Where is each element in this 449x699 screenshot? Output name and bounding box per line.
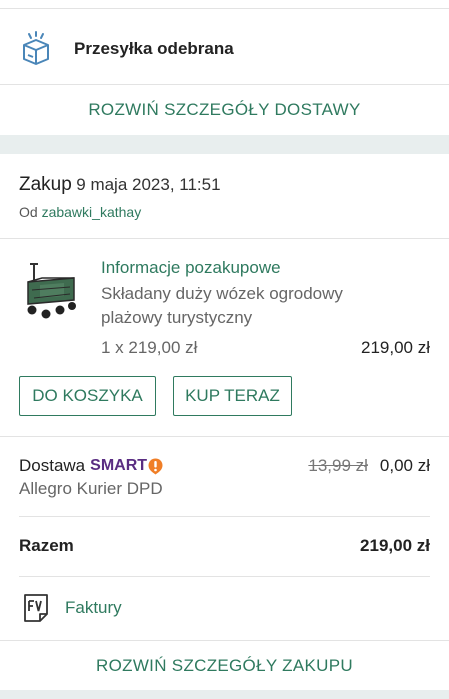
- product-name[interactable]: Składany duży wózek ogrodowy plażowy tur…: [101, 282, 381, 330]
- summary-total: 219,00 zł: [360, 536, 430, 555]
- smart-label: SMART: [90, 457, 148, 474]
- add-to-cart-button[interactable]: DO KOSZYKA: [19, 376, 156, 416]
- buy-now-button[interactable]: KUP TERAZ: [173, 376, 292, 416]
- top-divider: [0, 8, 449, 9]
- product-info: Informacje pozakupowe Składany duży wóze…: [101, 258, 430, 330]
- shipping-price: 0,00 zł: [379, 456, 430, 475]
- smart-badge-icon: [148, 458, 163, 474]
- after-purchase-info-link[interactable]: Informacje pozakupowe: [101, 258, 430, 278]
- summary-row: Razem 219,00 zł: [19, 536, 430, 556]
- shipping-carrier: Allegro Kurier DPD: [19, 479, 163, 498]
- invoices-link[interactable]: Faktury: [24, 594, 122, 622]
- shipping-row: Dostawa SMART 13,99 zł 0,00 zł Allegro K…: [19, 456, 430, 499]
- purchase-label: Zakup: [19, 174, 72, 195]
- shipping-label-group: Dostawa SMART: [19, 456, 163, 476]
- invoices-label: Faktury: [65, 598, 122, 617]
- divider: [19, 516, 430, 517]
- quantity-price: 1 x 219,00 zł: [101, 338, 198, 357]
- old-shipping-price: 13,99 zł: [308, 456, 368, 475]
- delivery-status-title: Przesyłka odebrana: [74, 39, 234, 58]
- quantity-price-row: 1 x 219,00 zł 219,00 zł: [101, 338, 430, 358]
- divider: [0, 640, 449, 641]
- delivery-card: Przesyłka odebrana ROZWIŃ SZCZEGÓŁY DOST…: [0, 0, 449, 135]
- package-received-icon: [23, 31, 49, 65]
- line-total: 219,00 zł: [361, 338, 430, 357]
- summary-label: Razem: [19, 536, 74, 555]
- divider: [0, 238, 449, 239]
- delivery-status-row: Przesyłka odebrana: [19, 28, 430, 70]
- seller-line: Od zabawki_kathay: [19, 204, 141, 220]
- expand-purchase-details-button[interactable]: ROZWIŃ SZCZEGÓŁY ZAKUPU: [0, 656, 449, 676]
- divider: [0, 84, 449, 85]
- expand-delivery-details-button[interactable]: ROZWIŃ SZCZEGÓŁY DOSTAWY: [0, 100, 449, 120]
- seller-prefix: Od: [19, 204, 38, 220]
- purchase-date: 9 maja 2023, 11:51: [76, 175, 221, 194]
- shipping-line: Dostawa SMART 13,99 zł 0,00 zł: [19, 456, 430, 476]
- invoice-icon: [24, 594, 48, 622]
- shipping-label: Dostawa: [19, 456, 86, 475]
- garden-cart-image[interactable]: [24, 260, 78, 320]
- purchase-card: Zakup 9 maja 2023, 11:51 Od zabawki_kath…: [0, 154, 449, 690]
- divider: [19, 576, 430, 577]
- shipping-prices: 13,99 zł 0,00 zł: [308, 456, 430, 476]
- smart-logo: SMART: [90, 457, 163, 475]
- bottom-background: [0, 690, 449, 699]
- purchase-header: Zakup 9 maja 2023, 11:51: [19, 174, 221, 196]
- divider: [0, 436, 449, 437]
- seller-link[interactable]: zabawki_kathay: [42, 204, 142, 220]
